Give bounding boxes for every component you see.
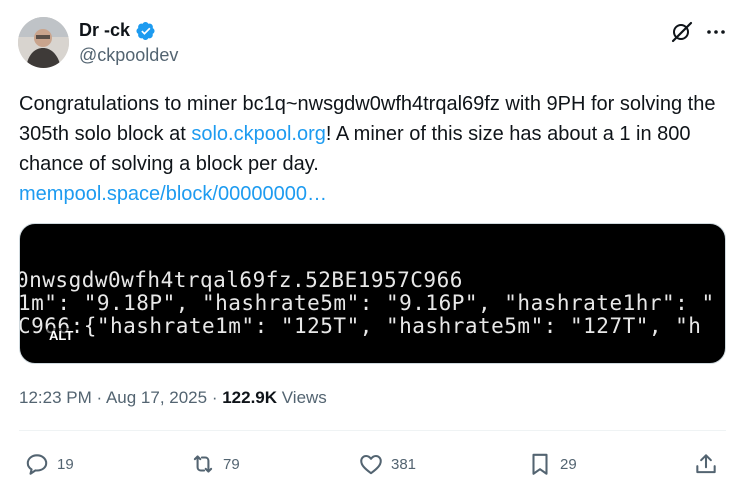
terminal-line-1: 0nwsgdw0wfh4trqal69fz.52BE1957C966: [19, 268, 463, 292]
grok-icon[interactable]: [670, 20, 694, 44]
tweet-meta: 12:23 PM · Aug 17, 2025 · 122.9K Views: [19, 388, 327, 408]
tweet-date[interactable]: Aug 17, 2025: [106, 388, 207, 407]
repost-icon: [193, 455, 213, 473]
reply-count: 19: [57, 455, 74, 473]
tweet-time[interactable]: 12:23 PM: [19, 388, 92, 407]
solo-ckpool-link[interactable]: solo.ckpool.org: [191, 123, 326, 145]
meta-separator: ·: [207, 388, 223, 407]
terminal-line-3: C966:{"hashrate1m": "125T", "hashrate5m"…: [19, 314, 702, 338]
views-label: Views: [277, 388, 327, 407]
bookmark-count: 29: [560, 455, 577, 473]
author-name-row[interactable]: Dr -ck: [79, 20, 156, 41]
author-handle[interactable]: @ckpooldev: [79, 45, 178, 66]
views-count: 122.9K: [222, 388, 278, 407]
alt-text-badge[interactable]: ALT: [46, 328, 77, 344]
bookmark-icon: [532, 453, 548, 475]
divider: [19, 430, 726, 431]
bookmark-button[interactable]: 29: [527, 451, 577, 477]
like-count: 381: [391, 455, 417, 473]
author-display-name[interactable]: Dr -ck: [79, 20, 130, 41]
share-icon: [696, 454, 716, 474]
repost-count: 79: [223, 455, 240, 473]
attached-image[interactable]: 0nwsgdw0wfh4trqal69fz.52BE1957C966 1m": …: [19, 223, 726, 364]
reply-icon: [26, 454, 48, 475]
meta-separator: ·: [91, 388, 106, 407]
mempool-block-link[interactable]: mempool.space/block/00000000…: [19, 179, 731, 209]
avatar[interactable]: [18, 17, 69, 68]
avatar-image: [18, 17, 69, 68]
verified-badge-icon[interactable]: [136, 21, 156, 41]
terminal-line-2: 1m": "9.18P", "hashrate5m": "9.16P", "ha…: [19, 291, 715, 315]
like-button[interactable]: 381: [358, 451, 416, 477]
more-options-icon[interactable]: [704, 20, 728, 44]
share-button[interactable]: [693, 451, 719, 477]
action-bar: 19 79 381 29: [0, 448, 750, 480]
repost-button[interactable]: 79: [190, 451, 240, 477]
heart-icon: [360, 454, 382, 475]
tweet-text: Congratulations to miner bc1q~nwsgdw0wfh…: [19, 89, 731, 209]
reply-button[interactable]: 19: [24, 451, 74, 477]
